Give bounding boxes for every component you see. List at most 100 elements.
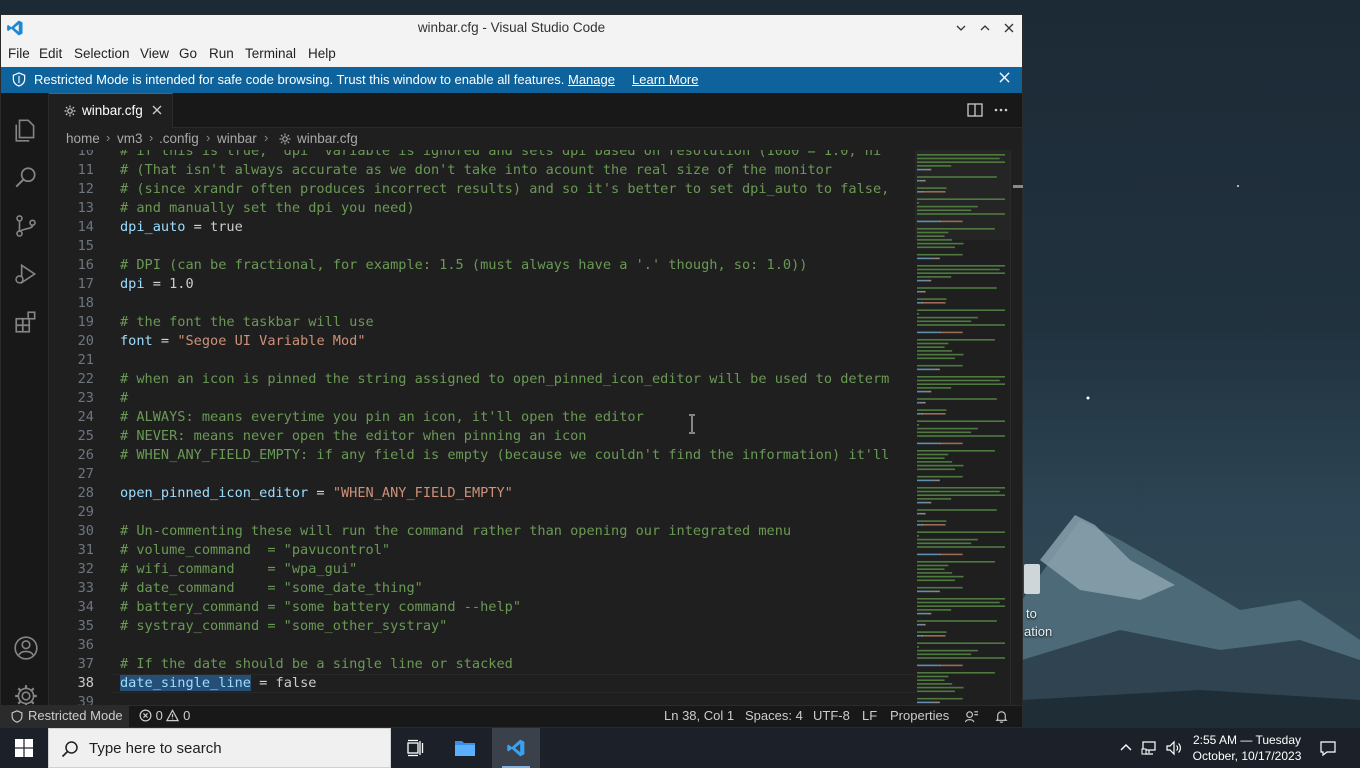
code-line[interactable]: 32 # wifi_command = "wpa_gui" (49, 560, 915, 579)
code-line[interactable]: 22 # when an icon is pinned the string as… (49, 370, 915, 389)
code-line[interactable]: 31 # volume_command = "pavucontrol" (49, 541, 915, 560)
code-line[interactable]: 15 (49, 237, 915, 256)
code-line[interactable]: 30 # Un-commenting these will run the com… (49, 522, 915, 541)
chevron-right-icon: › (264, 130, 269, 145)
manage-link[interactable]: Manage (568, 72, 615, 87)
code-line[interactable]: 14 dpi_auto = true (49, 218, 915, 237)
start-button[interactable] (0, 728, 48, 768)
eol-status[interactable]: LF (862, 708, 877, 723)
maximize-button[interactable] (975, 18, 995, 38)
code-line[interactable]: 18 (49, 294, 915, 313)
warning-icon (166, 709, 180, 722)
desktop-shortcut-label-2[interactable]: ation (1024, 624, 1052, 639)
menu-file[interactable]: File (8, 46, 30, 61)
code-editor[interactable]: 10 # if this is true, 'dpi' variable is i… (49, 150, 915, 705)
search-icon[interactable] (13, 165, 39, 191)
vscode-taskbar-button[interactable] (492, 728, 540, 768)
close-icon (152, 105, 162, 115)
chevron-right-icon: › (149, 130, 154, 145)
extensions-icon[interactable] (13, 309, 39, 335)
feedback-icon[interactable] (964, 709, 979, 724)
source-control-icon[interactable] (13, 213, 39, 239)
encoding-status[interactable]: UTF-8 (813, 708, 850, 723)
code-line[interactable]: 21 (49, 351, 915, 370)
code-line[interactable]: 12 # (since xrandr often produces incorre… (49, 180, 915, 199)
code-line[interactable]: 35 # systray_command = "some_other_systra… (49, 617, 915, 636)
menu-terminal[interactable]: Terminal (245, 46, 296, 61)
breadcrumb-file[interactable]: winbar.cfg (297, 131, 358, 146)
menu-go[interactable]: Go (179, 46, 197, 61)
code-line[interactable]: 16 # DPI (can be fractional, for example:… (49, 256, 915, 275)
code-line[interactable]: 36 (49, 636, 915, 655)
task-view-button[interactable] (392, 728, 440, 768)
line-number: 30 (77, 523, 94, 539)
code-line[interactable]: 25 # NEVER: means never open the editor w… (49, 427, 915, 446)
code-text: dpi_auto = true (120, 219, 243, 235)
restricted-mode-banner: Restricted Mode is intended for safe cod… (1, 67, 1022, 93)
learn-more-link[interactable]: Learn More (632, 72, 698, 87)
code-line[interactable]: 11 # (That isn't always accurate as we do… (49, 161, 915, 180)
line-number: 28 (77, 485, 94, 501)
code-line[interactable]: 19 # the font the taskbar will use (49, 313, 915, 332)
volume-icon[interactable] (1165, 739, 1183, 757)
code-line[interactable]: 26 # WHEN_ANY_FIELD_EMPTY: if any field i… (49, 446, 915, 465)
more-actions-icon[interactable] (992, 101, 1010, 119)
network-icon[interactable] (1141, 739, 1159, 757)
problems-status[interactable]: 0 0 (139, 708, 190, 723)
code-line[interactable]: 13 # and manually set the dpi you need) (49, 199, 915, 218)
menu-edit[interactable]: Edit (39, 46, 62, 61)
menu-run[interactable]: Run (209, 46, 234, 61)
menu-view[interactable]: View (140, 46, 169, 61)
notifications-bell-icon[interactable] (994, 709, 1009, 724)
desktop-shortcut-label-1[interactable]: to (1026, 606, 1037, 621)
code-line[interactable]: 28 open_pinned_icon_editor = "WHEN_ANY_FI… (49, 484, 915, 503)
code-line[interactable]: 27 (49, 465, 915, 484)
restricted-mode-status[interactable]: Restricted Mode (1, 706, 129, 727)
line-number: 27 (77, 466, 94, 482)
code-line[interactable]: 37 # If the date should be a single line … (49, 655, 915, 674)
status-bar: Restricted Mode 0 0 Ln 38, Col 1 Spaces:… (1, 705, 1022, 727)
taskbar-search-box[interactable]: Type here to search (48, 728, 391, 768)
split-editor-icon[interactable] (966, 101, 984, 119)
notification-center-icon[interactable] (1319, 739, 1337, 757)
code-line[interactable]: 17 dpi = 1.0 (49, 275, 915, 294)
menu-selection[interactable]: Selection (74, 46, 130, 61)
line-number: 29 (77, 504, 94, 520)
run-debug-icon[interactable] (13, 261, 39, 287)
code-line[interactable]: 38 date_single_line = false (49, 674, 915, 693)
breadcrumb-config[interactable]: .config (159, 131, 199, 146)
code-line[interactable]: 29 (49, 503, 915, 522)
banner-close-button[interactable] (999, 70, 1010, 87)
accounts-icon[interactable] (13, 635, 39, 661)
taskbar-clock[interactable]: 2:55 AM — Tuesday October, 10/17/2023 (1186, 732, 1308, 764)
code-line[interactable]: 33 # date_command = "some_date_thing" (49, 579, 915, 598)
code-line[interactable]: 34 # battery_command = "some battery comm… (49, 598, 915, 617)
code-line[interactable]: 10 # if this is true, 'dpi' variable is i… (49, 150, 915, 161)
menu-help[interactable]: Help (308, 46, 336, 61)
file-explorer-taskbar-button[interactable] (441, 728, 489, 768)
breadcrumb-home[interactable]: home (66, 131, 100, 146)
activity-bar (1, 93, 49, 707)
code-text: # (That isn't always accurate as we don'… (120, 162, 833, 178)
chevron-right-icon: › (106, 130, 111, 145)
desktop-shortcut-icon[interactable] (1024, 564, 1040, 594)
code-line[interactable]: 20 font = "Segoe UI Variable Mod" (49, 332, 915, 351)
chevron-up-icon[interactable] (1117, 739, 1135, 757)
breadcrumb-winbar[interactable]: winbar (217, 131, 257, 146)
explorer-icon[interactable] (13, 117, 39, 143)
indentation-status[interactable]: Spaces: 4 (745, 708, 803, 723)
minimize-button[interactable] (951, 18, 971, 38)
code-line[interactable]: 23 # (49, 389, 915, 408)
code-text: # DPI (can be fractional, for example: 1… (120, 257, 808, 273)
language-mode-status[interactable]: Properties (890, 708, 949, 723)
code-line[interactable]: 39 (49, 693, 915, 705)
code-line[interactable]: 24 # ALWAYS: means everytime you pin an i… (49, 408, 915, 427)
line-number: 21 (77, 352, 94, 368)
cursor-position[interactable]: Ln 38, Col 1 (664, 708, 734, 723)
minimap[interactable] (915, 150, 1010, 720)
tab-close-button[interactable] (152, 102, 162, 118)
breadcrumb-vm3[interactable]: vm3 (117, 131, 143, 146)
tab-winbar-cfg[interactable]: winbar.cfg (49, 93, 173, 128)
close-window-button[interactable] (999, 18, 1019, 38)
vertical-scrollbar[interactable] (1010, 150, 1023, 705)
